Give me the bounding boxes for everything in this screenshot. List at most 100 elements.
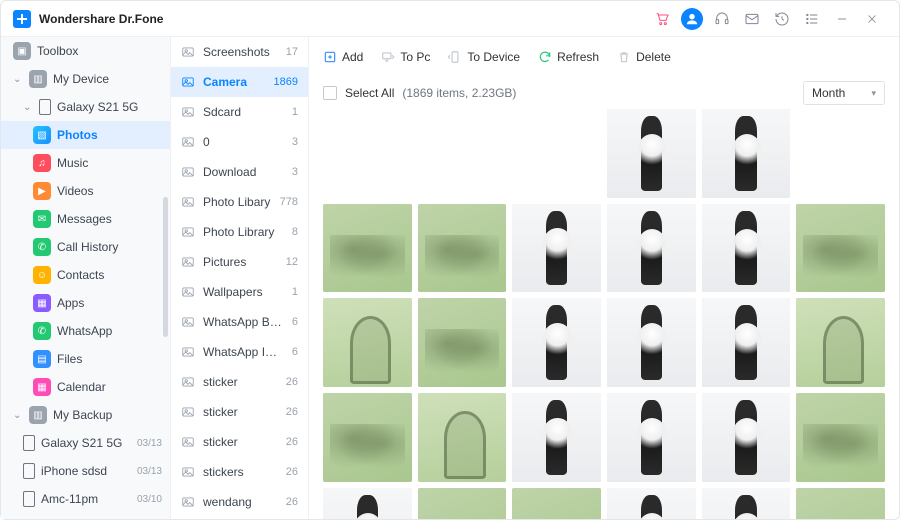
photo-thumbnail[interactable] xyxy=(702,204,791,293)
list-icon[interactable] xyxy=(801,8,823,30)
photo-thumbnail[interactable] xyxy=(512,393,601,482)
folder-count: 12 xyxy=(286,256,298,268)
sidebar-item-call-history[interactable]: ✆Call History xyxy=(1,233,170,261)
sidebar-item-files[interactable]: ▤Files xyxy=(1,345,170,373)
sidebar-item-photos[interactable]: ▧Photos xyxy=(1,121,170,149)
sidebar-item-contacts[interactable]: ☺Contacts xyxy=(1,261,170,289)
folder-item[interactable]: sticker 26 xyxy=(171,397,308,427)
sidebar-item-whatsapp[interactable]: ✆WhatsApp xyxy=(1,317,170,345)
sidebar-device[interactable]: ⌄Galaxy S21 5G xyxy=(1,93,170,121)
folder-item[interactable]: sticker26 xyxy=(171,367,308,397)
folder-item[interactable]: WhatsApp Busin.. 6 xyxy=(171,307,308,337)
folder-count: 1869 xyxy=(274,76,298,88)
sidebar-my-backup[interactable]: ⌄▥My Backup xyxy=(1,401,170,429)
folder-item[interactable]: Download3 xyxy=(171,157,308,187)
delete-button[interactable]: Delete xyxy=(617,50,671,64)
photo-thumbnail[interactable] xyxy=(323,109,412,198)
history-icon[interactable] xyxy=(771,8,793,30)
photo-thumbnail[interactable] xyxy=(323,298,412,387)
photo-thumbnail[interactable] xyxy=(796,109,885,198)
photo-thumbnail[interactable] xyxy=(702,298,791,387)
folder-label: Screenshots xyxy=(203,45,278,59)
folder-item[interactable]: Photo Libary778 xyxy=(171,187,308,217)
folder-item[interactable]: Wallpapers1 xyxy=(171,277,308,307)
add-button[interactable]: Add xyxy=(323,50,363,64)
photo-thumbnail[interactable] xyxy=(607,109,696,198)
photo-thumbnail[interactable] xyxy=(607,204,696,293)
photo-thumbnail[interactable] xyxy=(796,298,885,387)
chevron-down-icon: ▾ xyxy=(871,88,876,99)
sidebar-item-videos[interactable]: ▶Videos xyxy=(1,177,170,205)
photo-thumbnail[interactable] xyxy=(796,204,885,293)
photo-thumbnail[interactable] xyxy=(418,393,507,482)
phone-icon xyxy=(39,99,51,115)
folder-count: 26 xyxy=(286,436,298,448)
close-button[interactable] xyxy=(861,8,883,30)
folder-count: 26 xyxy=(286,496,298,508)
photo-thumbnail[interactable] xyxy=(607,488,696,519)
photo-thumbnail[interactable] xyxy=(796,488,885,519)
phone-icon xyxy=(23,491,35,507)
minimize-button[interactable] xyxy=(831,8,853,30)
photo-thumbnail[interactable] xyxy=(418,204,507,293)
folder-label: sticker xyxy=(203,405,278,419)
sidebar-toolbox[interactable]: ▣Toolbox xyxy=(1,37,170,65)
photo-thumbnail[interactable] xyxy=(512,204,601,293)
headset-icon[interactable] xyxy=(711,8,733,30)
titlebar: Wondershare Dr.Fone xyxy=(1,1,899,37)
photo-thumbnail[interactable] xyxy=(702,393,791,482)
folder-item[interactable]: Pictures12 xyxy=(171,247,308,277)
photo-thumbnail[interactable] xyxy=(323,393,412,482)
select-all-label[interactable]: Select All xyxy=(345,86,394,100)
folder-item[interactable]: wendang26 xyxy=(171,487,308,517)
sidebar-item-music[interactable]: ♫Music xyxy=(1,149,170,177)
folder-item[interactable]: Screenshots17 xyxy=(171,37,308,67)
photo-thumbnail[interactable] xyxy=(607,393,696,482)
backup-item[interactable]: iPhone 13aaa03/03 xyxy=(1,513,170,519)
folder-count: 26 xyxy=(286,376,298,388)
photo-thumbnail[interactable] xyxy=(702,109,791,198)
photo-thumbnail[interactable] xyxy=(512,298,601,387)
sidebar-item-messages[interactable]: ✉Messages xyxy=(1,205,170,233)
folder-count: 6 xyxy=(292,316,298,328)
sidebar-item-apps[interactable]: ▦Apps xyxy=(1,289,170,317)
backup-item[interactable]: iPhone sdsd03/13 xyxy=(1,457,170,485)
folder-item[interactable]: sticker26 xyxy=(171,427,308,457)
user-icon[interactable] xyxy=(681,8,703,30)
photo-thumbnail[interactable] xyxy=(323,488,412,519)
toolbar: Add To Pc To Device Refresh Delete xyxy=(309,37,899,77)
folder-item[interactable]: WhatsApp Images6 xyxy=(171,337,308,367)
image-icon xyxy=(181,435,195,449)
folder-item[interactable]: 03 xyxy=(171,127,308,157)
to-pc-button[interactable]: To Pc xyxy=(381,50,430,64)
sidebar-scrollbar[interactable] xyxy=(163,197,168,337)
photo-thumbnail[interactable] xyxy=(418,109,507,198)
photo-thumbnail[interactable] xyxy=(512,488,601,519)
folder-item[interactable]: stickers26 xyxy=(171,457,308,487)
sidebar-my-device[interactable]: ⌄▥My Device xyxy=(1,65,170,93)
photo-thumbnail[interactable] xyxy=(418,488,507,519)
folder-count: 6 xyxy=(292,346,298,358)
photo-thumbnail[interactable] xyxy=(607,298,696,387)
photo-thumbnail[interactable] xyxy=(702,488,791,519)
refresh-button[interactable]: Refresh xyxy=(538,50,599,64)
folder-item[interactable]: Sdcard1 xyxy=(171,97,308,127)
folder-label: Wallpapers xyxy=(203,285,284,299)
folder-label: WhatsApp Busin.. xyxy=(203,315,284,329)
backup-item[interactable]: Amc-11pm03/10 xyxy=(1,485,170,513)
mail-icon[interactable] xyxy=(741,8,763,30)
cart-icon[interactable] xyxy=(651,8,673,30)
photo-thumbnail[interactable] xyxy=(796,393,885,482)
folder-item[interactable]: Camera1869 xyxy=(171,67,308,97)
to-device-button[interactable]: To Device xyxy=(448,50,520,64)
folder-item[interactable]: Photo Library8 xyxy=(171,217,308,247)
photo-thumbnail[interactable] xyxy=(512,109,601,198)
folder-count: 26 xyxy=(286,406,298,418)
group-dropdown[interactable]: Month▾ xyxy=(803,81,885,105)
backup-item[interactable]: Galaxy S21 5G03/13 xyxy=(1,429,170,457)
sidebar-item-calendar[interactable]: ▦Calendar xyxy=(1,373,170,401)
image-icon xyxy=(181,75,195,89)
photo-thumbnail[interactable] xyxy=(323,204,412,293)
photo-thumbnail[interactable] xyxy=(418,298,507,387)
select-all-checkbox[interactable] xyxy=(323,86,337,100)
